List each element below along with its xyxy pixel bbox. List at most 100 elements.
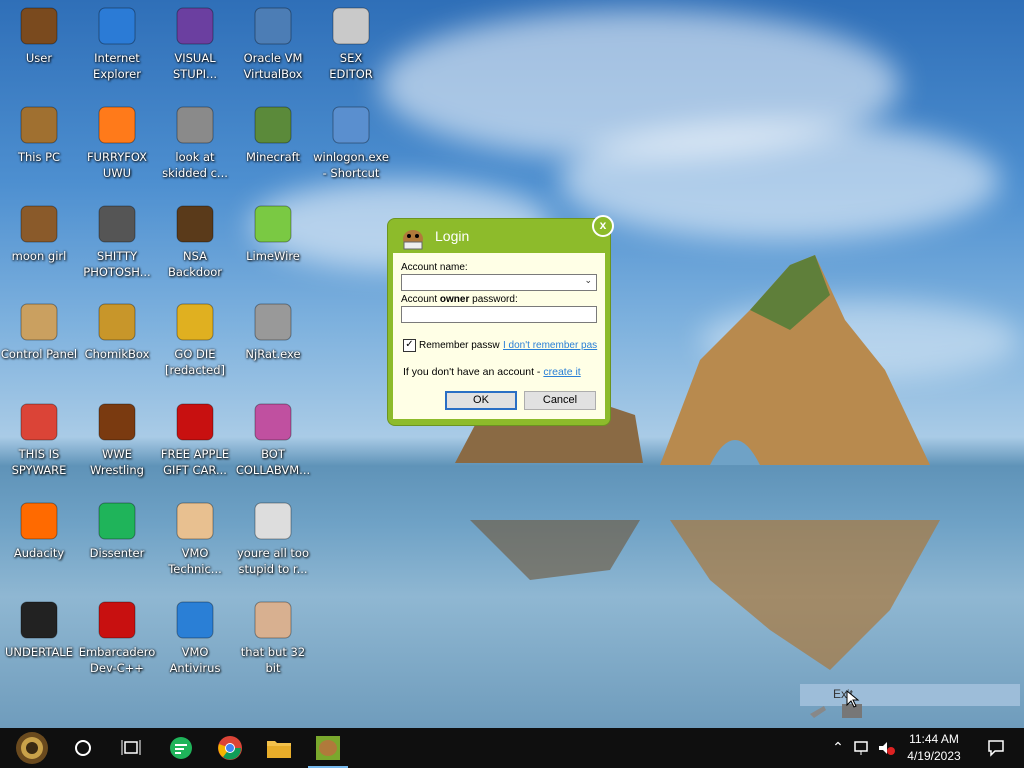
- desktop-icon[interactable]: WWE Wrestling: [78, 400, 156, 478]
- desktop-icon[interactable]: VMO Technic...: [156, 499, 234, 577]
- desktop-icon[interactable]: VISUAL STUPI...: [156, 4, 234, 82]
- remember-checkbox[interactable]: ✓: [403, 339, 416, 352]
- desktop-icon[interactable]: Oracle VM VirtualBox: [234, 4, 312, 82]
- desktop-icon[interactable]: ChomikBox: [78, 300, 156, 362]
- clock-time: 11:44 AM: [909, 732, 959, 746]
- app-icon: [95, 202, 139, 246]
- app-icon: [329, 103, 373, 147]
- app-icon: [17, 499, 61, 543]
- desktop-icon[interactable]: FREE APPLE GIFT CAR...: [156, 400, 234, 478]
- desktop-icon-label: Audacity: [13, 546, 65, 560]
- ok-button[interactable]: OK: [445, 391, 517, 410]
- dissenter-icon: [170, 737, 192, 759]
- desktop-icon[interactable]: FURRYFOX UWU: [78, 103, 156, 181]
- desktop-icon-label: that but 32 bit: [240, 645, 306, 675]
- network-icon: [854, 741, 868, 755]
- task-view-icon: [121, 740, 141, 755]
- desktop-icon[interactable]: VMO Antivirus: [156, 598, 234, 676]
- desktop-icon[interactable]: BOT COLLABVM...: [234, 400, 312, 478]
- desktop-icon[interactable]: look at skidded c...: [156, 103, 234, 181]
- create-account-link[interactable]: create it: [543, 366, 580, 378]
- app-icon: [17, 400, 61, 444]
- desktop-icon-label: FREE APPLE GIFT CAR...: [160, 447, 230, 477]
- desktop-icon-label: VMO Antivirus: [169, 645, 221, 675]
- start-button[interactable]: [8, 728, 56, 768]
- mouse-cursor-icon: [846, 690, 860, 708]
- desktop-icon[interactable]: Internet Explorer: [78, 4, 156, 82]
- desktop-icon-label: Embarcadero Dev-C++: [78, 645, 156, 675]
- volume-muted-icon: [879, 742, 895, 755]
- tray-icon[interactable]: [810, 706, 826, 718]
- cancel-button[interactable]: Cancel: [524, 391, 596, 410]
- tray-overflow-icons: [804, 690, 868, 722]
- app-icon: [95, 400, 139, 444]
- desktop-icon[interactable]: User: [0, 4, 78, 66]
- taskbar: ⌃ 11:44 AM 4/19/2023: [0, 728, 1024, 768]
- desktop-icon[interactable]: NSA Backdoor: [156, 202, 234, 280]
- desktop-icon-label: Control Panel: [0, 347, 78, 361]
- desktop-icon-label: NSA Backdoor: [167, 249, 223, 279]
- password-field[interactable]: [401, 306, 597, 323]
- desktop-icon-label: youre all too stupid to r...: [236, 546, 309, 576]
- search-button[interactable]: [59, 728, 107, 768]
- hamster-app-icon: [400, 224, 426, 250]
- close-button[interactable]: x: [592, 215, 614, 237]
- desktop-icon[interactable]: Embarcadero Dev-C++: [78, 598, 156, 676]
- desktop-icon[interactable]: GO DIE [redacted]: [156, 300, 234, 378]
- desktop-icon[interactable]: SHITTY PHOTOSH...: [78, 202, 156, 280]
- rock-arch-image: [660, 255, 930, 465]
- desktop-icon-label: LimeWire: [246, 249, 300, 263]
- app-icon: [95, 598, 139, 642]
- chevron-down-icon[interactable]: ⌄: [584, 276, 592, 286]
- app-icon: [251, 202, 295, 246]
- desktop-icon-label: SEX EDITOR: [329, 51, 373, 81]
- desktop-icon-label: Internet Explorer: [93, 51, 141, 81]
- desktop-icon[interactable]: SEX EDITOR: [312, 4, 390, 82]
- chrome-icon: [218, 736, 242, 760]
- app-icon: [95, 300, 139, 344]
- notifications-button[interactable]: [976, 728, 1016, 768]
- desktop-icon-label: winlogon.exe - Shortcut: [313, 150, 389, 180]
- app-icon: [17, 4, 61, 48]
- desktop-icon[interactable]: moon girl: [0, 202, 78, 264]
- checkmark-icon: ✓: [405, 339, 414, 350]
- desktop-icon[interactable]: Audacity: [0, 499, 78, 561]
- desktop-icon[interactable]: THIS IS SPYWARE: [0, 400, 78, 478]
- desktop-icon[interactable]: NjRat.exe: [234, 300, 312, 362]
- desktop-icon-label: This PC: [17, 150, 61, 164]
- account-name-combobox[interactable]: ⌄: [401, 274, 597, 291]
- desktop-icon-label: FURRYFOX UWU: [86, 150, 148, 180]
- app-icon: [173, 4, 217, 48]
- network-button[interactable]: [850, 728, 874, 768]
- taskbar-chrome[interactable]: [206, 728, 254, 768]
- forgot-password-link[interactable]: I don't remember pas: [503, 340, 597, 351]
- app-icon: [173, 598, 217, 642]
- desktop-icon[interactable]: winlogon.exe - Shortcut: [312, 103, 390, 181]
- app-icon: [17, 103, 61, 147]
- desktop-icon[interactable]: that but 32 bit: [234, 598, 312, 676]
- desktop-icon[interactable]: Minecraft: [234, 103, 312, 165]
- desktop-icon[interactable]: UNDERTALE: [0, 598, 78, 660]
- app-icon: [173, 202, 217, 246]
- cortana-circle-icon: [75, 740, 91, 756]
- app-icon: [17, 300, 61, 344]
- desktop-icon[interactable]: This PC: [0, 103, 78, 165]
- desktop-icon-label: VMO Technic...: [168, 546, 222, 576]
- dialog-title: Login: [435, 228, 470, 244]
- desktop-icon[interactable]: youre all too stupid to r...: [234, 499, 312, 577]
- app-icon: [251, 400, 295, 444]
- app-icon: [251, 598, 295, 642]
- app-icon: [95, 103, 139, 147]
- show-hidden-icons-button[interactable]: ⌃: [826, 728, 850, 768]
- taskbar-dissenter[interactable]: [157, 728, 205, 768]
- clock[interactable]: 11:44 AM 4/19/2023: [898, 731, 970, 765]
- desktop-icon[interactable]: Control Panel: [0, 300, 78, 362]
- desktop-icon[interactable]: Dissenter: [78, 499, 156, 561]
- task-view-button[interactable]: [107, 728, 155, 768]
- taskbar-file-explorer[interactable]: [255, 728, 303, 768]
- desktop-icon-label: Minecraft: [246, 150, 300, 164]
- desktop-icon-label: NjRat.exe: [245, 347, 301, 361]
- taskbar-chomikbox[interactable]: [304, 728, 352, 768]
- desktop-icon[interactable]: LimeWire: [234, 202, 312, 264]
- volume-button[interactable]: [874, 728, 898, 768]
